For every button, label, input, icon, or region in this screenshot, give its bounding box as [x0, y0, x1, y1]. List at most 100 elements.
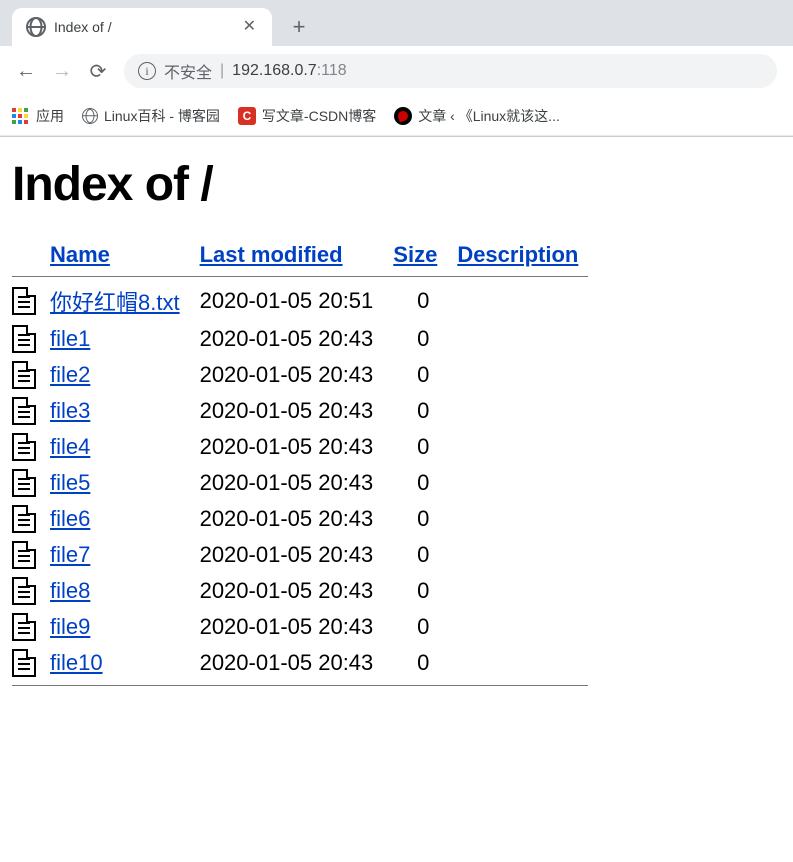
- directory-listing-table: Name Last modified Size Description 你好红帽…: [12, 238, 588, 690]
- info-icon[interactable]: i: [138, 62, 156, 80]
- file-modified: 2020-01-05 20:51: [190, 281, 384, 321]
- table-row: 你好红帽8.txt 2020-01-05 20:510: [12, 281, 588, 321]
- bookmark-label: 写文章-CSDN博客: [262, 106, 376, 126]
- address-bar[interactable]: i 不安全 | 192.168.0.7:118: [124, 54, 777, 88]
- file-description: [447, 393, 588, 429]
- file-description: [447, 321, 588, 357]
- file-description: [447, 573, 588, 609]
- reload-button[interactable]: ⟳: [80, 53, 116, 89]
- csdn-icon: C: [238, 107, 256, 125]
- file-description: [447, 501, 588, 537]
- file-modified: 2020-01-05 20:43: [190, 645, 384, 681]
- table-row: file6 2020-01-05 20:430: [12, 501, 588, 537]
- text-file-icon: [12, 649, 36, 677]
- file-description: [447, 429, 588, 465]
- file-modified: 2020-01-05 20:43: [190, 465, 384, 501]
- bookmarks-bar: 应用 Linux百科 - 博客园 C 写文章-CSDN博客 文章 ‹ 《Linux就该…: [0, 96, 793, 136]
- apps-icon: [12, 108, 28, 124]
- file-link[interactable]: file1: [50, 326, 90, 351]
- file-link[interactable]: file5: [50, 470, 90, 495]
- file-link[interactable]: file2: [50, 362, 90, 387]
- file-size: 0: [383, 429, 447, 465]
- col-name[interactable]: Name: [50, 242, 110, 267]
- file-link[interactable]: file4: [50, 434, 90, 459]
- tab-title: Index of /: [46, 19, 237, 35]
- redhat-icon: [394, 107, 412, 125]
- text-file-icon: [12, 577, 36, 605]
- table-row: file5 2020-01-05 20:430: [12, 465, 588, 501]
- file-modified: 2020-01-05 20:43: [190, 429, 384, 465]
- back-button[interactable]: ←: [8, 53, 44, 89]
- text-file-icon: [12, 397, 36, 425]
- browser-chrome: Index of / ✕ + ← → ⟳ i 不安全 | 192.168.0.7…: [0, 0, 793, 137]
- file-link[interactable]: file8: [50, 578, 90, 603]
- text-file-icon: [12, 469, 36, 497]
- tab-close-button[interactable]: ✕: [237, 19, 262, 35]
- table-row: file10 2020-01-05 20:430: [12, 645, 588, 681]
- file-description: [447, 537, 588, 573]
- table-row: file3 2020-01-05 20:430: [12, 393, 588, 429]
- col-modified[interactable]: Last modified: [200, 242, 343, 267]
- address-port: :118: [317, 62, 347, 80]
- file-size: 0: [383, 465, 447, 501]
- text-file-icon: [12, 541, 36, 569]
- file-link[interactable]: file6: [50, 506, 90, 531]
- page-content: Index of / Name Last modified Size Descr…: [0, 137, 793, 720]
- file-size: 0: [383, 645, 447, 681]
- text-file-icon: [12, 361, 36, 389]
- address-host: 192.168.0.7: [232, 62, 317, 80]
- forward-button[interactable]: →: [44, 53, 80, 89]
- file-modified: 2020-01-05 20:43: [190, 537, 384, 573]
- file-size: 0: [383, 609, 447, 645]
- file-modified: 2020-01-05 20:43: [190, 393, 384, 429]
- bookmark-item[interactable]: C 写文章-CSDN博客: [238, 106, 376, 126]
- file-description: [447, 609, 588, 645]
- file-size: 0: [383, 501, 447, 537]
- apps-button[interactable]: 应用: [12, 106, 64, 126]
- file-modified: 2020-01-05 20:43: [190, 501, 384, 537]
- bookmark-label: 文章 ‹ 《Linux就该这...: [418, 106, 560, 126]
- text-file-icon: [12, 505, 36, 533]
- text-file-icon: [12, 433, 36, 461]
- apps-label: 应用: [36, 106, 64, 126]
- tab-strip: Index of / ✕ +: [0, 0, 793, 46]
- file-link[interactable]: file3: [50, 398, 90, 423]
- file-size: 0: [383, 357, 447, 393]
- globe-icon: [82, 108, 98, 124]
- file-description: [447, 281, 588, 321]
- globe-icon: [26, 17, 46, 37]
- not-secure-label: 不安全: [164, 59, 212, 83]
- file-link[interactable]: file7: [50, 542, 90, 567]
- table-header-row: Name Last modified Size Description: [12, 238, 588, 272]
- tab-active[interactable]: Index of / ✕: [12, 8, 272, 46]
- file-size: 0: [383, 321, 447, 357]
- table-row: file82020-01-05 20:430: [12, 573, 588, 609]
- address-divider: |: [220, 62, 224, 80]
- bookmark-item[interactable]: 文章 ‹ 《Linux就该这...: [394, 106, 560, 126]
- table-row: file1 2020-01-05 20:430: [12, 321, 588, 357]
- file-link[interactable]: 你好红帽8.txt: [50, 290, 180, 315]
- table-row: file4 2020-01-05 20:430: [12, 429, 588, 465]
- file-link[interactable]: file10: [50, 650, 103, 675]
- file-modified: 2020-01-05 20:43: [190, 357, 384, 393]
- file-modified: 2020-01-05 20:43: [190, 321, 384, 357]
- table-row: file9 2020-01-05 20:430: [12, 609, 588, 645]
- file-size: 0: [383, 537, 447, 573]
- file-description: [447, 357, 588, 393]
- table-row: file7 2020-01-05 20:430: [12, 537, 588, 573]
- text-file-icon: [12, 613, 36, 641]
- file-modified: 2020-01-05 20:43: [190, 609, 384, 645]
- page-title: Index of /: [12, 157, 781, 212]
- file-size: 0: [383, 281, 447, 321]
- col-description[interactable]: Description: [457, 242, 578, 267]
- new-tab-button[interactable]: +: [284, 12, 314, 42]
- table-row: file2 2020-01-05 20:430: [12, 357, 588, 393]
- toolbar: ← → ⟳ i 不安全 | 192.168.0.7:118: [0, 46, 793, 96]
- text-file-icon: [12, 325, 36, 353]
- col-size[interactable]: Size: [393, 242, 437, 267]
- bookmark-item[interactable]: Linux百科 - 博客园: [82, 106, 220, 126]
- file-link[interactable]: file9: [50, 614, 90, 639]
- file-modified: 2020-01-05 20:43: [190, 573, 384, 609]
- file-size: 0: [383, 393, 447, 429]
- file-description: [447, 645, 588, 681]
